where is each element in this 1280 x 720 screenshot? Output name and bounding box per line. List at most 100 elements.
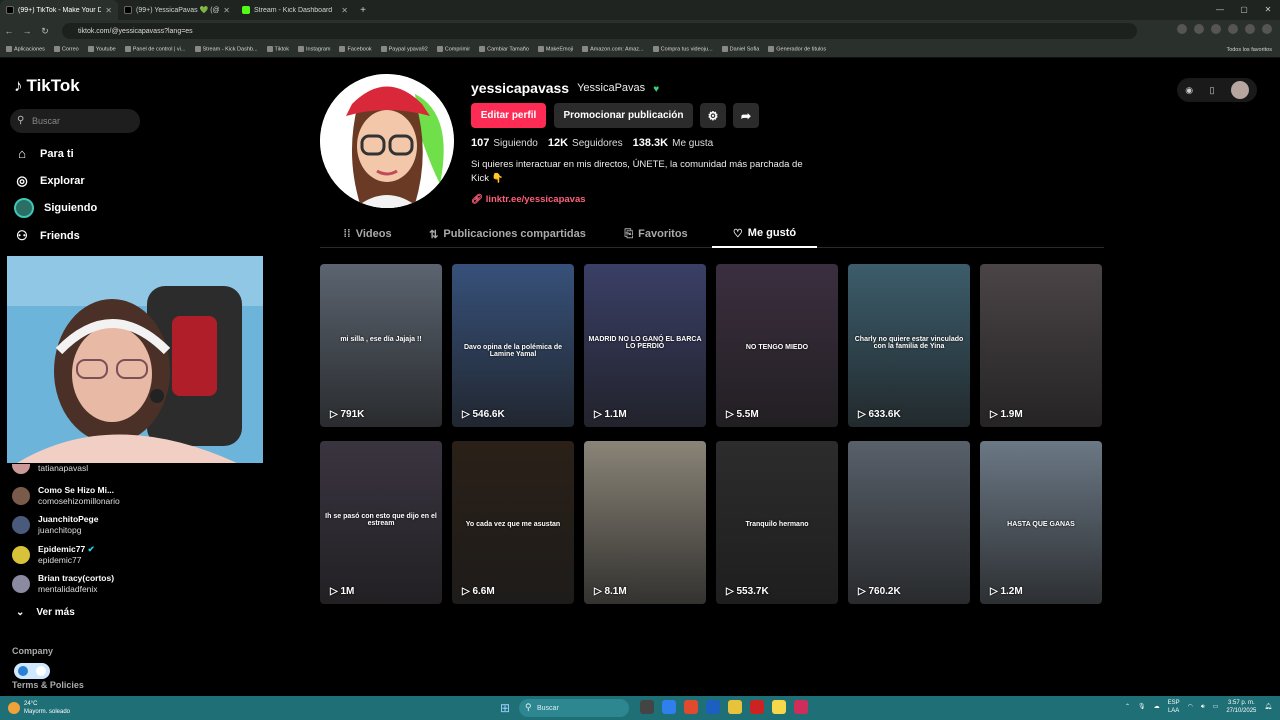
reload-icon[interactable]: ↻ — [36, 26, 54, 37]
following-account[interactable]: Epidemic77 ✔ epidemic77 — [12, 544, 95, 566]
promote-post-button[interactable]: Promocionar publicación — [554, 103, 693, 128]
battery-icon[interactable]: ▭ — [1213, 703, 1219, 711]
search-input[interactable]: ⚲ Buscar — [10, 109, 140, 133]
folder-icon[interactable] — [728, 700, 742, 714]
video-card[interactable]: Ih se pasó con esto que dijo en el estre… — [320, 441, 442, 604]
bookmark-item[interactable]: Aplicaciones — [6, 46, 45, 53]
notes-icon[interactable] — [772, 700, 786, 714]
close-window-icon[interactable]: ✕ — [1256, 0, 1280, 20]
bookmark-item[interactable]: Correo — [53, 46, 79, 53]
browser-tab-2[interactable]: (99+) YessicaPavas 💚 (@yessi ✕ — [118, 0, 236, 20]
browser-tab-3[interactable]: Stream - Kick Dashboard ✕ — [236, 0, 354, 20]
minimize-icon[interactable]: — — [1208, 0, 1232, 20]
user-avatar[interactable] — [1230, 81, 1249, 99]
following-account[interactable]: JuanchitoPege juanchitopg — [12, 514, 98, 536]
coins-icon[interactable]: ◉ — [1185, 85, 1193, 96]
nav-para-ti[interactable]: ⌂ Para ti — [14, 146, 74, 161]
video-card[interactable]: Charly no quiere estar vinculado con la … — [848, 264, 970, 427]
bookmark-item[interactable]: Amazon.com: Amaz... — [582, 46, 644, 53]
video-card[interactable]: Tranquilo hermano ▷ 553.7K — [716, 441, 838, 604]
nav-friends[interactable]: ⚇ Friends — [14, 228, 80, 244]
terms-link[interactable]: Terms & Policies — [12, 680, 84, 690]
forward-icon[interactable]: → — [18, 26, 36, 36]
bookmark-item[interactable]: Facebook — [339, 46, 372, 53]
extension-icon[interactable] — [1177, 24, 1187, 34]
chevron-up-icon[interactable]: ⌃ — [1125, 703, 1130, 711]
video-card[interactable]: ▷ 1.9M — [980, 264, 1102, 427]
brave-icon[interactable] — [684, 700, 698, 714]
following-account[interactable]: Como Se Hizo Mi... comosehizomillonario — [12, 485, 120, 507]
bookmark-item[interactable]: Tiktok — [266, 46, 289, 53]
floating-badge[interactable] — [14, 663, 50, 679]
app-icon[interactable] — [750, 700, 764, 714]
video-views: ▷ 1.2M — [990, 586, 1023, 597]
tiktok-app-icon[interactable] — [794, 700, 808, 714]
bookmark-item[interactable]: Generador de titulos — [768, 46, 826, 53]
maximize-icon[interactable]: ▢ — [1232, 0, 1256, 20]
url-input[interactable]: tiktok.com/@yessicapavass?lang=es — [62, 23, 1137, 39]
browser-tab-1[interactable]: (99+) TikTok - Make Your Day ✕ — [0, 0, 118, 20]
profile-avatar[interactable] — [320, 74, 454, 208]
following-account[interactable]: tatianapavasl — [12, 463, 88, 474]
nav-siguiendo[interactable]: Siguiendo — [14, 198, 97, 218]
video-card[interactable]: NO TENGO MIEDO ▷ 5.5M — [716, 264, 838, 427]
taskview-icon[interactable] — [640, 700, 654, 714]
tab-videos[interactable]: ⁞⁞ Videos — [320, 220, 415, 248]
chrome-icon[interactable] — [662, 700, 676, 714]
extension-icon[interactable] — [1194, 24, 1204, 34]
extension-icon[interactable] — [1211, 24, 1221, 34]
cloud-icon[interactable]: ☁ — [1154, 703, 1160, 711]
company-link[interactable]: Company — [12, 646, 53, 656]
settings-button[interactable]: ⚙ — [700, 103, 726, 128]
edit-profile-button[interactable]: Editar perfil — [471, 103, 546, 128]
nav-explorar[interactable]: ◎ Explorar — [14, 173, 84, 189]
share-button[interactable]: ➦ — [733, 103, 759, 128]
bookmark-item[interactable]: Stream - Kick Dashb... — [194, 46, 258, 53]
store-icon[interactable] — [706, 700, 720, 714]
language-indicator[interactable]: ESP LAA — [1168, 699, 1180, 715]
following-account[interactable]: Brian tracy(cortos) mentalidadfenix — [12, 573, 114, 595]
notifications-icon[interactable]: 🔔︎ — [1264, 703, 1272, 711]
mic-icon[interactable]: 🎙︎ — [1138, 703, 1146, 711]
following-stat[interactable]: 107 Siguiendo — [471, 137, 538, 149]
video-card[interactable]: Davo opina de la polémica de Lamine Yama… — [452, 264, 574, 427]
tab-shared-posts[interactable]: ⇅ Publicaciones compartidas — [415, 220, 600, 248]
device-icon[interactable]: ▯ — [1209, 85, 1214, 96]
back-icon[interactable]: ← — [0, 26, 18, 36]
bookmark-item[interactable]: Daniel Sofia — [721, 46, 759, 53]
close-tab-icon[interactable]: ✕ — [105, 6, 112, 15]
profile-link[interactable]: 🔗︎ linktr.ee/yessicapavas — [471, 194, 586, 205]
video-card[interactable]: MADRID NO LO GANÓ EL BARCA LO PERDIÓ ▷ 1.… — [584, 264, 706, 427]
video-card[interactable]: Yo cada vez que me asustan ▷ 6.6M — [452, 441, 574, 604]
profile-icon[interactable] — [1245, 24, 1255, 34]
tab-favorites[interactable]: ⎘ Favoritos — [600, 220, 712, 248]
menu-icon[interactable] — [1262, 24, 1272, 34]
windows-start-icon[interactable]: ⊞ — [500, 701, 510, 715]
volume-icon[interactable]: 🔊︎ — [1201, 703, 1205, 711]
wifi-icon[interactable]: ◠ — [1188, 703, 1193, 711]
video-card[interactable]: ▷ 8.1M — [584, 441, 706, 604]
bookmark-item[interactable]: Paypal ypava92 — [380, 46, 428, 53]
followers-stat[interactable]: 12K Seguidores — [548, 137, 623, 149]
new-tab-button[interactable]: + — [354, 5, 372, 16]
clock[interactable]: 3:57 p. m. 27/10/2025 — [1226, 699, 1256, 715]
bookmark-item[interactable]: Comprimir — [436, 46, 470, 53]
all-bookmarks-link[interactable]: Todos los favoritos — [1226, 47, 1272, 53]
tiktok-logo[interactable]: ♪ TikTok — [14, 76, 80, 96]
weather-widget[interactable]: 24°C Mayorm. soleado — [8, 700, 70, 716]
bookmark-item[interactable]: Youtube — [87, 46, 116, 53]
bookmark-item[interactable]: Compra tus videoju... — [652, 46, 713, 53]
video-card[interactable]: mi silla , ese día Jajaja !! ▷ 791K — [320, 264, 442, 427]
bookmark-item[interactable]: Panel de control | vi... — [124, 46, 186, 53]
extension-icon[interactable] — [1228, 24, 1238, 34]
taskbar-search[interactable]: ⚲ Buscar — [519, 699, 629, 717]
tab-liked[interactable]: ♡ Me gustó — [712, 220, 817, 248]
video-card[interactable]: ▷ 760.2K — [848, 441, 970, 604]
bookmark-item[interactable]: Cambiar Tamaño — [479, 46, 529, 53]
video-card[interactable]: HASTA QUE GANAS ▷ 1.2M — [980, 441, 1102, 604]
close-tab-icon[interactable]: ✕ — [341, 6, 348, 15]
bookmark-item[interactable]: Instagram — [298, 46, 330, 53]
close-tab-icon[interactable]: ✕ — [223, 6, 230, 15]
see-more-button[interactable]: ⌄ Ver más — [16, 607, 75, 618]
bookmark-item[interactable]: MakeEmoji — [537, 46, 573, 53]
